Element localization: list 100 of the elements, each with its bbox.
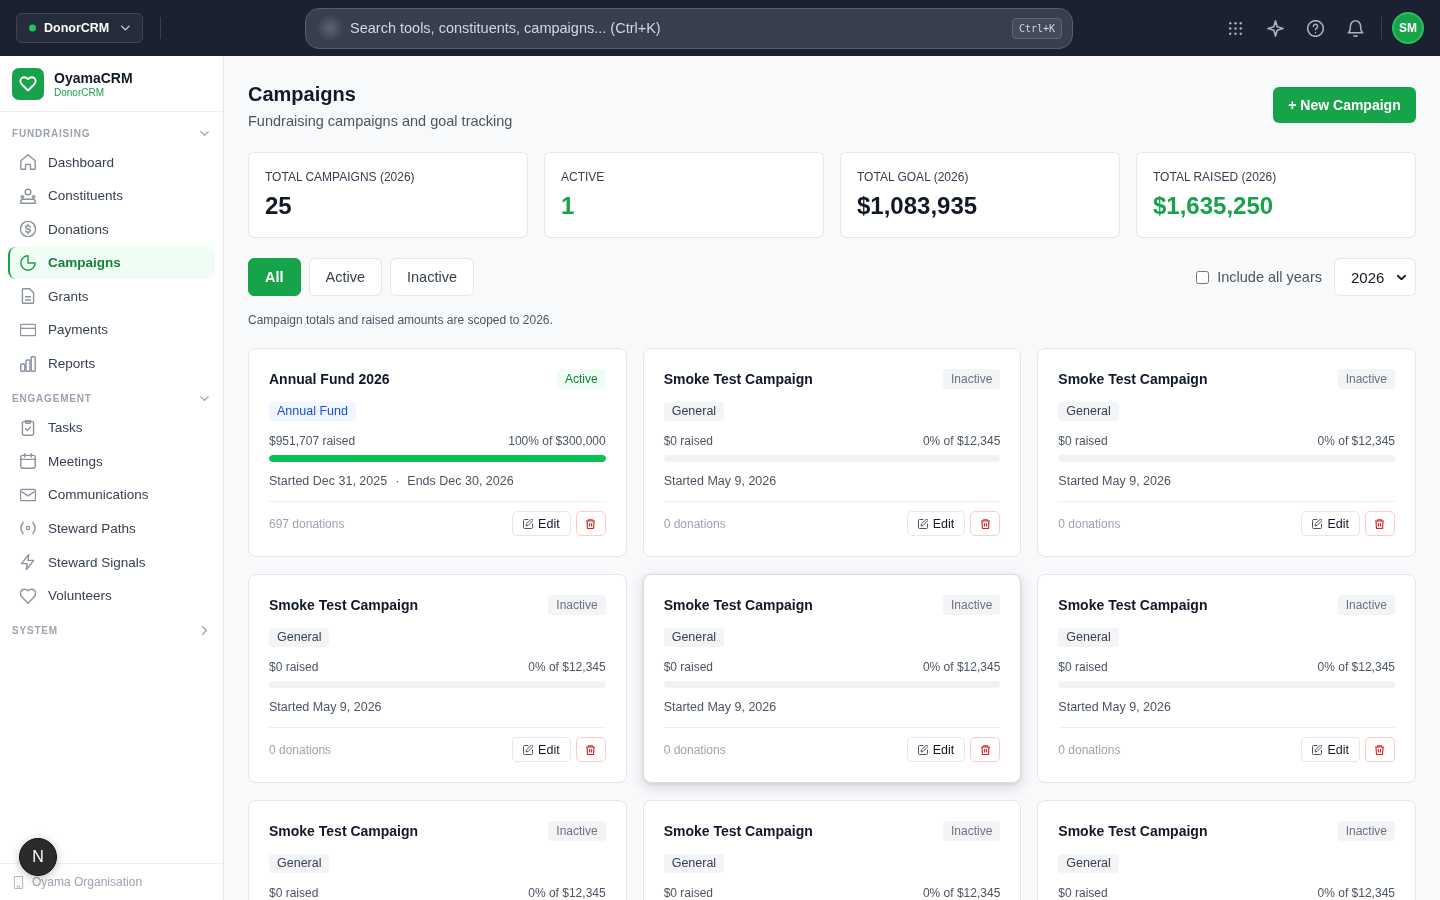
product-name: DonorCRM bbox=[54, 86, 105, 98]
organisation-name: Oyama Organisation bbox=[32, 875, 143, 889]
edit-icon bbox=[523, 518, 534, 529]
category-tag: General bbox=[269, 854, 330, 873]
delete-button[interactable] bbox=[1365, 511, 1395, 536]
chevron-down-icon bbox=[1397, 274, 1406, 280]
donation-count: 0 donations bbox=[1058, 742, 1121, 757]
raised-amount: $0 raised bbox=[663, 434, 714, 448]
nav-item[interactable]: Campaigns bbox=[8, 246, 215, 279]
page-subtitle: Fundraising campaigns and goal tracking bbox=[248, 112, 513, 130]
edit-button[interactable]: Edit bbox=[1301, 511, 1360, 536]
campaign-date: Started May 9, 2026 bbox=[1058, 700, 1171, 714]
goal-progress: 0% of $12,345 bbox=[922, 434, 1001, 448]
stat-value: $1,635,250 bbox=[1153, 191, 1275, 221]
campaign-date: Ends Dec 30, 2026 bbox=[407, 474, 514, 488]
building-icon bbox=[13, 875, 24, 889]
delete-button[interactable] bbox=[970, 737, 1001, 762]
workspace-switcher[interactable]: DonorCRM bbox=[16, 13, 143, 43]
campaign-date: Started Dec 31, 2025 bbox=[269, 474, 388, 488]
edit-button[interactable]: Edit bbox=[512, 511, 571, 536]
delete-button[interactable] bbox=[970, 511, 1001, 536]
goal-progress: 0% of $12,345 bbox=[922, 660, 1001, 674]
nav-item[interactable]: Tasks bbox=[8, 411, 215, 444]
nav-item[interactable]: Steward Paths bbox=[8, 512, 215, 545]
help-icon bbox=[1306, 19, 1324, 37]
stat-value: 25 bbox=[265, 191, 293, 221]
category-tag: General bbox=[663, 854, 725, 873]
clipboard-check-icon bbox=[20, 419, 36, 436]
delete-button[interactable] bbox=[575, 737, 606, 762]
status-badge: Inactive bbox=[1337, 369, 1395, 389]
donation-count: 0 donations bbox=[269, 742, 332, 757]
goal-progress: 0% of $12,345 bbox=[1317, 886, 1395, 900]
edit-icon bbox=[1312, 518, 1323, 529]
campaign-title: Smoke Test Campaign bbox=[269, 823, 419, 839]
campaign-title: Smoke Test Campaign bbox=[663, 371, 813, 387]
goal-progress: 0% of $12,345 bbox=[528, 886, 606, 900]
people-icon bbox=[20, 187, 36, 204]
filter-tab[interactable]: Active bbox=[308, 258, 383, 296]
glow-spot-icon bbox=[317, 14, 343, 41]
radio-signal-icon bbox=[20, 520, 36, 537]
edit-button[interactable]: Edit bbox=[906, 511, 966, 536]
goal-progress: 100% of $300,000 bbox=[508, 434, 606, 448]
nav-item[interactable]: Meetings bbox=[8, 445, 215, 478]
nav-item[interactable]: Volunteers bbox=[8, 579, 215, 612]
raised-amount: $0 raised bbox=[269, 660, 319, 674]
nav-item[interactable]: Dashboard bbox=[8, 146, 215, 178]
year-select[interactable]: 2026 bbox=[1334, 258, 1416, 296]
campaign-date: Started May 9, 2026 bbox=[663, 474, 777, 488]
status-badge: Inactive bbox=[548, 821, 606, 841]
stat-label: ACTIVE bbox=[561, 169, 606, 185]
edit-icon bbox=[917, 518, 928, 529]
logo-icon bbox=[12, 67, 44, 100]
raised-amount: $0 raised bbox=[663, 886, 714, 900]
delete-button[interactable] bbox=[575, 511, 606, 536]
stat-label: TOTAL GOAL (2026) bbox=[857, 169, 970, 185]
campaign-date: Started May 9, 2026 bbox=[1058, 474, 1171, 488]
edit-icon bbox=[523, 744, 534, 755]
status-badge: Active bbox=[556, 369, 606, 389]
status-dot-icon bbox=[29, 24, 36, 32]
nav-item[interactable]: Payments bbox=[8, 313, 215, 346]
sparkle-icon bbox=[1266, 19, 1284, 37]
campaign-title: Smoke Test Campaign bbox=[1058, 371, 1208, 387]
edit-icon bbox=[1312, 744, 1323, 755]
edit-button[interactable]: Edit bbox=[512, 737, 571, 762]
filter-tab[interactable]: Inactive bbox=[390, 258, 474, 296]
campaign-title: Smoke Test Campaign bbox=[663, 597, 813, 613]
brand-name: OyamaCRM bbox=[54, 69, 133, 86]
goal-progress: 0% of $12,345 bbox=[1317, 660, 1395, 674]
trash-icon bbox=[980, 518, 990, 529]
edit-button[interactable]: Edit bbox=[1301, 737, 1360, 762]
nav-item[interactable]: Reports bbox=[8, 347, 215, 380]
raised-amount: $0 raised bbox=[1058, 886, 1108, 900]
campaign-title: Smoke Test Campaign bbox=[663, 823, 813, 839]
chevron-down-icon bbox=[121, 25, 130, 31]
category-tag: General bbox=[1058, 402, 1119, 421]
nav-item[interactable]: Steward Signals bbox=[8, 546, 215, 579]
credit-card-icon bbox=[20, 321, 36, 338]
nav-item[interactable]: Grants bbox=[8, 280, 215, 313]
campaign-title: Annual Fund 2026 bbox=[269, 371, 390, 387]
category-tag: General bbox=[663, 402, 725, 421]
trash-icon bbox=[1375, 744, 1385, 755]
stat-label: TOTAL RAISED (2026) bbox=[1153, 169, 1278, 185]
raised-amount: $0 raised bbox=[663, 660, 714, 674]
nav-item[interactable]: Constituents bbox=[8, 179, 215, 212]
delete-button[interactable] bbox=[1365, 737, 1395, 762]
nav-item[interactable]: Communications bbox=[8, 478, 215, 511]
category-tag: General bbox=[1058, 854, 1119, 873]
status-badge: Inactive bbox=[1337, 595, 1395, 615]
include-all-years-checkbox[interactable] bbox=[1196, 270, 1210, 284]
trash-icon bbox=[586, 744, 596, 755]
edit-button[interactable]: Edit bbox=[906, 737, 966, 762]
stat-value: $1,083,935 bbox=[857, 191, 979, 221]
goal-progress: 0% of $12,345 bbox=[1317, 434, 1395, 448]
goal-progress: 0% of $12,345 bbox=[528, 660, 606, 674]
checkbox-label[interactable]: Include all years bbox=[1217, 269, 1322, 285]
dev-tools-badge[interactable]: N bbox=[19, 838, 57, 876]
status-badge: Inactive bbox=[942, 821, 1001, 841]
nav-item[interactable]: Donations bbox=[8, 213, 215, 246]
status-badge: Inactive bbox=[1337, 821, 1395, 841]
campaign-date: Started May 9, 2026 bbox=[269, 700, 382, 714]
